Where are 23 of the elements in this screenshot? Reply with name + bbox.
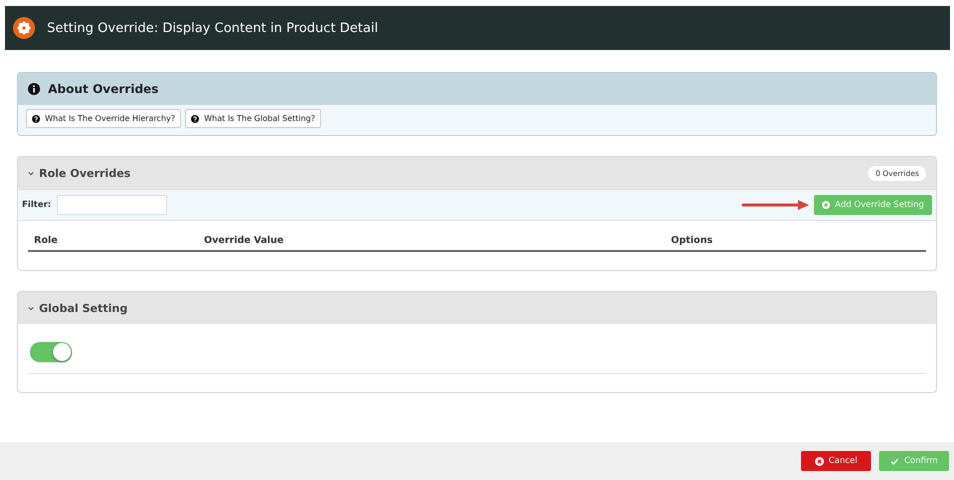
column-header: Override Value (204, 235, 285, 246)
plus-icon (822, 201, 830, 209)
dialog-title: Setting Override: Display Content in Product Detail (47, 20, 378, 36)
panel-title: About Overrides (48, 82, 159, 96)
column-header: Role (34, 235, 59, 246)
chevron-icon (28, 170, 34, 176)
cancel-button[interactable]: Cancel (801, 451, 871, 471)
question-icon (191, 114, 200, 122)
section-toggle[interactable]: Role Overrides (28, 166, 131, 180)
section-toggle[interactable]: Global Setting (28, 302, 128, 314)
arrow-annotation (742, 199, 810, 211)
gear-icon (13, 17, 35, 39)
info-icon (28, 83, 40, 95)
question-icon (32, 114, 40, 122)
filter-input[interactable] (57, 195, 168, 215)
column-header: Options (671, 235, 713, 246)
close-icon (814, 456, 824, 466)
chevron-icon (28, 306, 34, 310)
filter-label: Filter: (22, 200, 52, 210)
global-setting-toggle[interactable] (30, 342, 72, 363)
checkmark-icon (890, 456, 900, 466)
help-button[interactable]: What Is The Global Setting? (185, 109, 322, 128)
help-button[interactable]: What Is The Override Hierarchy? (26, 109, 182, 128)
